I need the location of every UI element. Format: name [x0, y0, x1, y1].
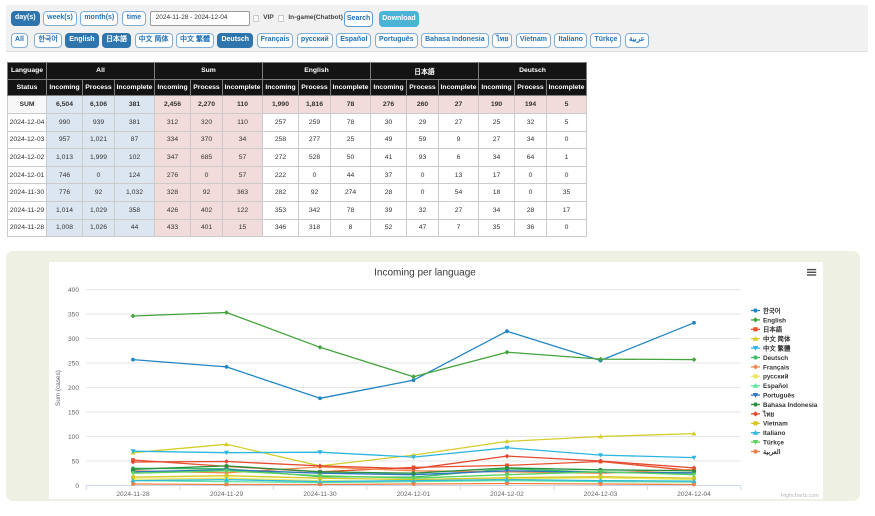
svg-text:Français: Français [763, 364, 790, 371]
svg-text:Türkçe: Türkçe [763, 440, 784, 447]
svg-text:400: 400 [68, 287, 79, 294]
svg-text:Sum (cases): Sum (cases) [55, 370, 62, 406]
svg-text:2024-12-01: 2024-12-01 [397, 491, 431, 498]
svg-text:Highcharts.com: Highcharts.com [781, 493, 820, 499]
svg-text:Português: Português [763, 393, 795, 400]
svg-text:العربية: العربية [763, 449, 781, 456]
svg-text:2024-11-30: 2024-11-30 [303, 491, 337, 498]
svg-text:2024-12-03: 2024-12-03 [584, 491, 618, 498]
svg-text:2024-11-29: 2024-11-29 [210, 491, 244, 498]
svg-text:300: 300 [68, 336, 79, 343]
svg-text:한국어: 한국어 [763, 306, 781, 315]
svg-text:100: 100 [68, 434, 79, 441]
svg-text:Deutsch: Deutsch [763, 355, 788, 362]
svg-text:Bahasa Indonesia: Bahasa Indonesia [763, 402, 818, 409]
svg-text:English: English [763, 317, 786, 324]
svg-text:250: 250 [68, 360, 79, 367]
svg-text:Español: Español [763, 383, 788, 390]
svg-text:0: 0 [75, 483, 79, 490]
svg-text:Italiano: Italiano [763, 430, 785, 437]
svg-text:Incoming per language: Incoming per language [374, 268, 476, 279]
svg-text:2024-12-04: 2024-12-04 [677, 491, 711, 498]
svg-text:中文 繁體: 中文 繁體 [763, 344, 791, 353]
svg-text:中文 简体: 中文 简体 [763, 334, 791, 343]
svg-text:50: 50 [72, 458, 80, 465]
svg-text:2024-12-02: 2024-12-02 [490, 491, 524, 498]
svg-text:350: 350 [68, 311, 79, 318]
svg-text:2024-11-28: 2024-11-28 [116, 491, 150, 498]
svg-text:Vietnam: Vietnam [763, 421, 788, 428]
svg-text:日本語: 日本語 [763, 325, 783, 334]
svg-text:200: 200 [68, 385, 79, 392]
svg-text:ไทย: ไทย [762, 409, 774, 418]
svg-text:150: 150 [68, 409, 79, 416]
svg-text:русский: русский [763, 373, 788, 381]
